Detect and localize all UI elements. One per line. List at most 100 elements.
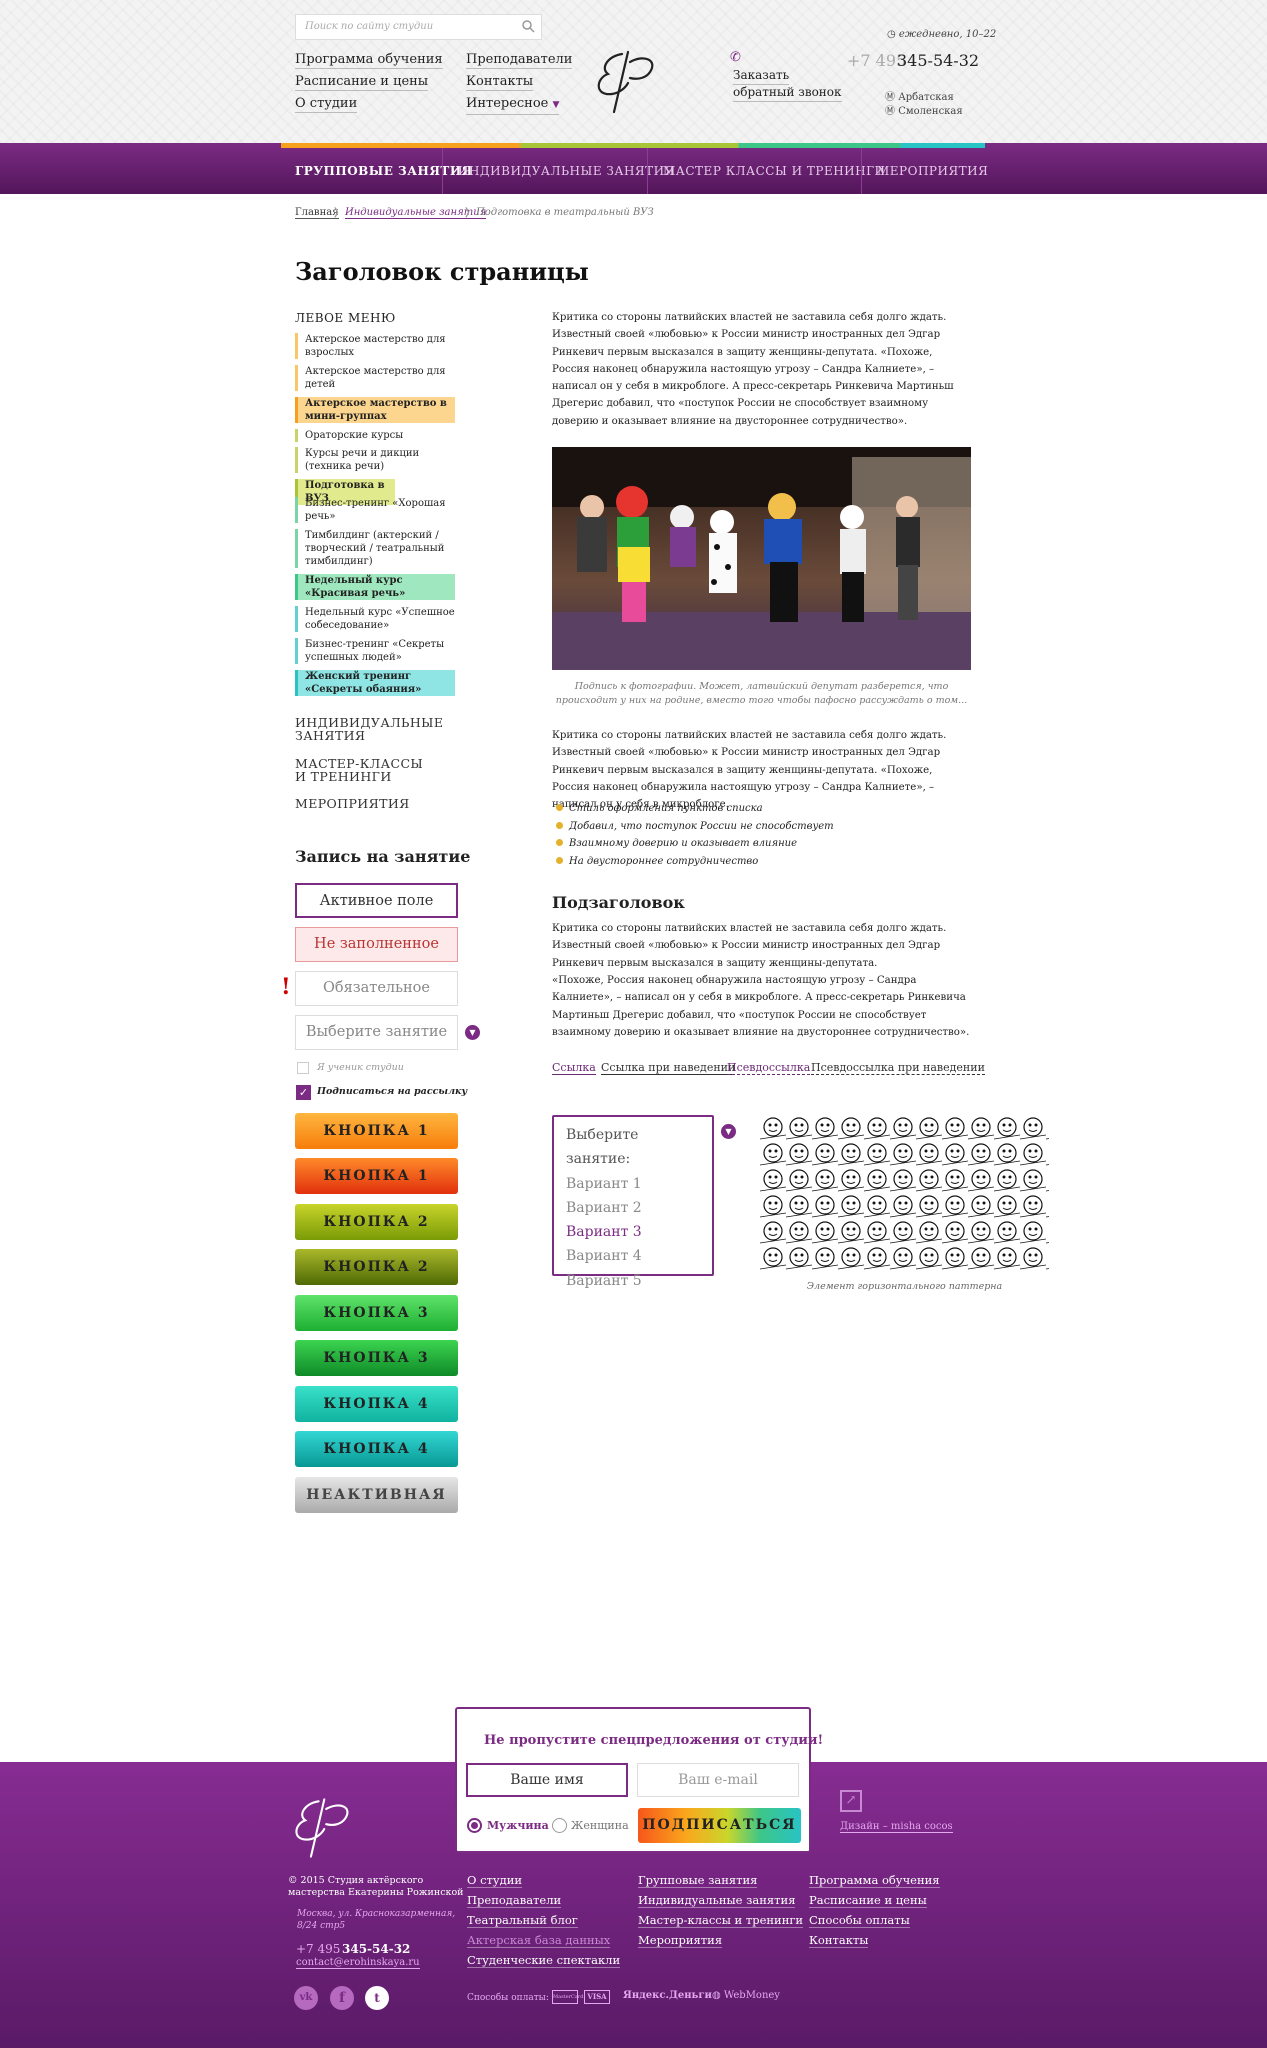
subtitle: Подзаголовок — [552, 893, 685, 912]
footer-link[interactable]: Контакты — [809, 1933, 869, 1948]
pattern-caption: Элемент горизонтального паттерна — [806, 1281, 1003, 1292]
webmoney-label: WebMoney — [723, 1990, 780, 2001]
link[interactable]: Ссылка — [552, 1061, 596, 1075]
footer-link-hover[interactable]: Актерская база данных — [467, 1933, 611, 1948]
pattern-image — [760, 1115, 1049, 1273]
dropdown-list[interactable]: Выберите занятие: Вариант 1 Вариант 2 Ва… — [552, 1115, 714, 1289]
search-icon[interactable] — [521, 19, 535, 33]
left-menu-item-highlight[interactable]: Женский тренинг «Секреты обаяния» — [295, 670, 455, 696]
callback-line1[interactable]: Заказать — [733, 67, 790, 85]
twitter-icon[interactable]: t — [365, 1986, 389, 2010]
left-menu-item-active[interactable]: Актерское мастерство в мини-группах — [295, 397, 455, 423]
page-title: Заголовок страницы — [295, 257, 589, 286]
top-link-contacts[interactable]: Контакты — [466, 73, 534, 91]
top-link-interesting[interactable]: Интересное ▼ — [466, 95, 560, 115]
popup-name-input[interactable]: Ваше имя — [466, 1763, 628, 1797]
footer-link[interactable]: Мастер-классы и тренинги — [638, 1913, 804, 1928]
footer-link[interactable]: Индивидуальные занятия — [638, 1893, 796, 1908]
female-radio[interactable] — [552, 1818, 567, 1833]
button-4[interactable]: Кнопка 4 — [295, 1386, 458, 1422]
vk-icon[interactable]: vk — [294, 1986, 318, 2010]
metro-2-label: Смоленская — [898, 106, 963, 117]
required-marker-icon: ! — [281, 974, 291, 1000]
pseudo-link[interactable]: Псевдоссылка — [727, 1061, 811, 1075]
select-chevron-icon[interactable]: ▼ — [465, 1025, 480, 1040]
top-link-teachers[interactable]: Преподаватели — [466, 51, 573, 69]
button-3-roll[interactable]: Кнопка 3 roll — [295, 1340, 458, 1402]
logo[interactable] — [592, 40, 676, 124]
designer-credit[interactable]: Дизайн – misha cocos — [840, 1821, 953, 1833]
photo-caption: Подпись к фотографии. Может, латвийский … — [555, 681, 968, 706]
footer-link[interactable]: Преподаватели — [467, 1893, 562, 1908]
footer-link[interactable]: Способы оплаты — [809, 1913, 910, 1928]
nav-item-individual[interactable]: Индивидуальные занятия — [458, 164, 675, 178]
footer-phone-prefix: +7 495 — [296, 1942, 341, 1956]
left-menu-item-highlight[interactable]: Недельный курс «Красивая речь» — [295, 574, 455, 600]
popup-subscribe-button[interactable]: Подписаться — [638, 1808, 801, 1843]
left-menu-item[interactable]: Бизнес-тренинг «Хорошая речь» — [295, 497, 455, 523]
footer-link[interactable]: Программа обучения — [809, 1873, 940, 1888]
nav-item-group[interactable]: Групповые занятия — [295, 164, 473, 178]
list-item: На двустороннее сотрудничество — [556, 856, 758, 867]
left-menu-section-individual[interactable]: ИНДИВИДУАЛЬНЫЕ ЗАНЯТИЯ — [295, 716, 443, 742]
button-2[interactable]: Кнопка 2 — [295, 1204, 458, 1240]
breadcrumb-separator: ❭ — [463, 207, 472, 218]
pseudo-link-hover[interactable]: Псевдоссылка при наведении — [811, 1061, 985, 1075]
button-2-roll[interactable]: Кнопка 2 roll — [295, 1249, 458, 1311]
button-3[interactable]: Кнопка 3 — [295, 1295, 458, 1331]
top-link-schedule[interactable]: Расписание и цены — [295, 73, 429, 91]
top-link-about[interactable]: О студии — [295, 95, 358, 113]
button-1[interactable]: Кнопка 1 — [295, 1113, 458, 1149]
footer-link[interactable]: Театральный блог — [467, 1913, 578, 1928]
left-menu-item[interactable]: Ораторские курсы — [295, 429, 455, 442]
footer-link[interactable]: Мероприятия — [638, 1933, 723, 1948]
yandex-money-icon: Яндекс.Деньги — [623, 1990, 712, 2001]
dropdown-option[interactable]: Вариант 4 — [566, 1244, 700, 1268]
metro-2: Ⓜ Смоленская — [885, 106, 963, 117]
breadcrumb-current: Подготовка в театральный ВУЗ — [476, 207, 654, 218]
footer-link[interactable]: Студенческие спектакли — [467, 1953, 621, 1968]
dropdown-chevron-icon[interactable]: ▼ — [721, 1124, 736, 1139]
male-radio[interactable] — [467, 1818, 482, 1833]
left-menu-section-masterclass[interactable]: МАСТЕР-КЛАССЫ И ТРЕНИНГИ — [295, 757, 425, 783]
dropdown-option[interactable]: Вариант 1 — [566, 1172, 700, 1196]
button-1-roll[interactable]: Кнопка 1 roll — [295, 1158, 458, 1220]
left-menu-item[interactable]: Курсы речи и дикции (техника речи) — [295, 447, 455, 473]
left-menu-section-events[interactable]: МЕРОПРИЯТИЯ — [295, 797, 410, 810]
footer-logo[interactable] — [290, 1788, 370, 1868]
dropdown-option[interactable]: Вариант 5 — [566, 1269, 700, 1293]
top-link-program[interactable]: Программа обучения — [295, 51, 443, 69]
active-field[interactable]: Активное поле — [295, 883, 458, 918]
footer-link[interactable]: Групповые занятия — [638, 1873, 758, 1888]
empty-field[interactable]: Не заполненное — [295, 927, 458, 962]
popup-email-input[interactable]: Ваш e-mail — [637, 1763, 799, 1797]
subscribe-checkbox-label: Подписаться на рассылку — [317, 1086, 468, 1097]
nav-item-events[interactable]: Мероприятия — [877, 164, 988, 178]
facebook-icon[interactable]: f — [330, 1986, 354, 2010]
search-input[interactable]: Поиск по сайту студии — [295, 14, 542, 40]
footer-phone: 345-54-32 — [342, 1942, 411, 1956]
left-menu-item[interactable]: Тимбилдинг (актерский / творческий / теа… — [295, 529, 455, 568]
form-title: Запись на занятие — [295, 847, 471, 866]
required-field[interactable]: Обязательное — [295, 971, 458, 1006]
student-checkbox[interactable] — [297, 1062, 309, 1074]
dropdown-option-hover[interactable]: Вариант 3 — [566, 1220, 700, 1244]
select-field[interactable]: Выберите занятие — [295, 1015, 458, 1050]
callback-line2[interactable]: обратный звонок — [733, 84, 842, 102]
nav-color-bar — [281, 143, 985, 148]
footer-link[interactable]: Расписание и цены — [809, 1893, 927, 1908]
paragraph-2: Критика со стороны латвийских властей не… — [552, 730, 947, 811]
footer-email[interactable]: contact@erohinskaya.ru — [296, 1957, 420, 1969]
designer-arrow-icon[interactable]: ↗ — [840, 1790, 862, 1812]
nav-item-masterclass[interactable]: Мастер классы и тренинги — [663, 164, 886, 178]
left-menu-item[interactable]: Недельный курс «Успешное собеседование» — [295, 606, 455, 632]
dropdown-option[interactable]: Вариант 2 — [566, 1196, 700, 1220]
left-menu-item[interactable]: Актерское мастерство для детей — [295, 365, 455, 391]
link-hover[interactable]: Ссылка при наведении — [601, 1061, 736, 1075]
left-menu-item[interactable]: Бизнес-тренинг «Секреты успешных людей» — [295, 638, 455, 664]
footer-link[interactable]: О студии — [467, 1873, 523, 1888]
button-4-roll[interactable]: Кнопка 4 roll — [295, 1431, 458, 1493]
left-menu-item[interactable]: Актерское мастерство для взрослых — [295, 333, 455, 359]
checkmark-icon[interactable]: ✓ — [296, 1085, 311, 1100]
visa-icon: VISA — [584, 1990, 610, 2004]
